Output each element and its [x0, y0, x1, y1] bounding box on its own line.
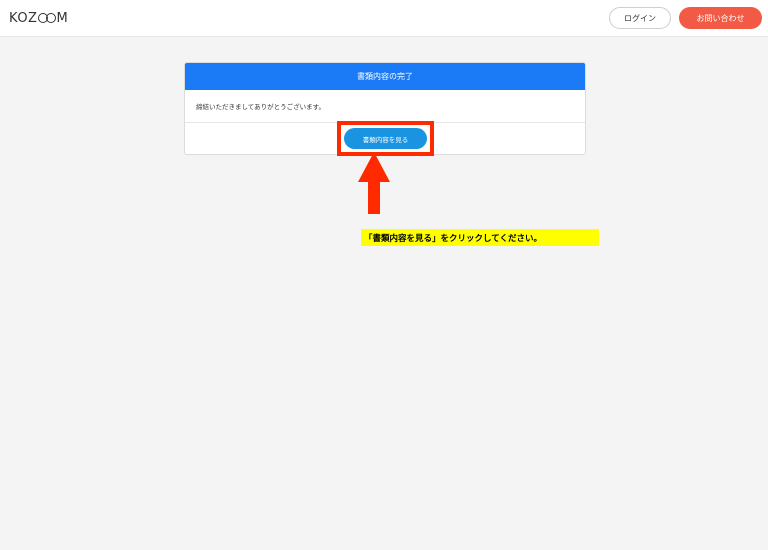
kozocom-logo[interactable]: KOZ M — [9, 10, 68, 26]
instruction-note: 「書類内容を見る」をクリックしてください。 — [361, 229, 599, 246]
logo-text-left: KOZ — [9, 10, 38, 26]
contact-button[interactable]: お問い合わせ — [679, 7, 762, 29]
logo-text-right: M — [56, 10, 69, 26]
logo-rings-icon — [37, 13, 56, 23]
arrow-up-icon — [358, 152, 390, 214]
view-document-button[interactable]: 書類内容を見る — [344, 128, 427, 149]
card-title: 書類内容の完了 — [185, 63, 585, 90]
login-button[interactable]: ログイン — [609, 7, 671, 29]
top-header: KOZ M ログイン お問い合わせ — [0, 0, 768, 37]
completion-message: 締結いただきましてありがとうございます。 — [185, 90, 585, 123]
